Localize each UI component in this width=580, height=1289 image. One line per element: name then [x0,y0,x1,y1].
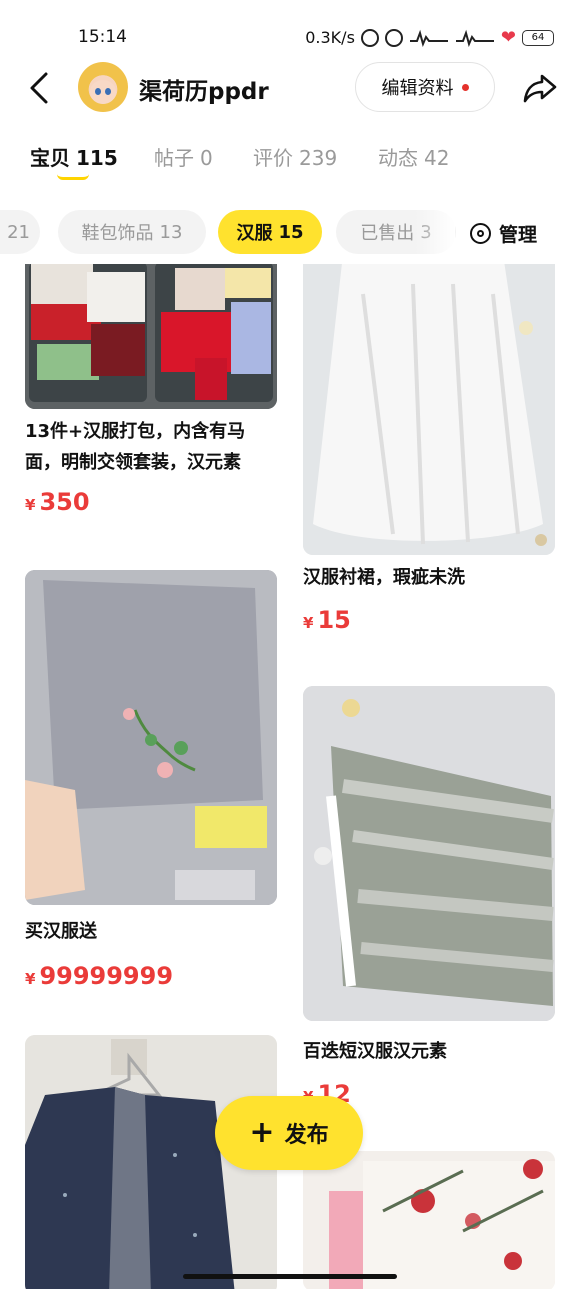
manage-button[interactable]: 管理 [470,220,538,247]
notification-dot [461,83,469,91]
product-image[interactable] [303,1151,555,1289]
tab-activity[interactable]: 动态 42 [378,142,449,171]
plus-icon: + [249,1115,275,1150]
currency-symbol: ¥ [303,614,314,632]
chip-sold-label: 已售出 [360,223,415,244]
product-image[interactable] [25,264,277,409]
chip-hanfu-count: 15 [278,221,304,243]
tab-reviews-label: 评价 [253,146,293,170]
status-bar: 15:14 0.3K/s ❤ 64 [0,0,580,66]
chevron-left-icon [30,72,48,104]
product-image[interactable] [25,570,277,905]
product-price: ¥15 [303,606,351,634]
product-card[interactable] [303,1151,555,1289]
tab-items-count: 115 [76,146,118,170]
chip-partial-count: 21 [7,221,30,243]
avatar-face [90,80,116,104]
chip-fade [415,208,455,256]
avatar-eye-right [105,88,111,95]
heart-icon: ❤ [500,27,516,48]
back-button[interactable] [26,70,56,106]
tab-items-label: 宝贝 [30,146,70,170]
price-amount: 350 [39,488,90,516]
currency-symbol: ¥ [25,970,36,988]
product-price: ¥350 [25,488,90,516]
manage-label: 管理 [499,224,538,246]
chip-shoes-bags-count: 13 [159,221,183,243]
currency-symbol: ¥ [25,496,36,514]
share-icon [523,74,557,103]
chip-hanfu-label: 汉服 [236,223,273,244]
tab-activity-label: 动态 [378,146,418,170]
edit-profile-button[interactable]: 编辑资料 [355,62,495,112]
product-card[interactable]: 买汉服送 ¥99999999 [25,570,277,990]
avatar[interactable] [78,62,128,112]
tab-posts-label: 帖子 [154,146,194,170]
network-speed: 0.3K/s [305,28,355,47]
publish-label: 发布 [284,1123,329,1148]
product-card[interactable]: 汉服衬裙，瑕疵未洗 ¥15 [303,264,555,654]
home-indicator[interactable] [183,1274,397,1279]
chip-shoes-bags[interactable]: 鞋包饰品 13 [58,210,206,254]
publish-button[interactable]: + 发布 [215,1096,363,1170]
product-card[interactable]: 13件+汉服打包，内含有马面，明制交领套装，汉元素 ¥350 [25,264,277,534]
username: 渠荷历ppdr [139,79,269,105]
share-button[interactable] [522,70,558,106]
avatar-eye-left [95,88,101,95]
product-image[interactable] [303,264,555,555]
product-title[interactable]: 汉服衬裙，瑕疵未洗 [303,562,555,593]
main-tabs: 宝贝 115 帖子 0 评价 239 动态 42 [0,138,580,188]
price-amount: 99999999 [39,962,174,990]
tab-posts-count: 0 [200,146,213,170]
chip-partial[interactable]: 21 [0,210,40,254]
price-amount: 15 [317,606,351,634]
signal-icon-2 [455,29,495,47]
battery-icon: 64 [522,29,554,46]
edit-profile-label: 编辑资料 [381,78,454,99]
signal-icon [409,29,449,47]
status-icons: 0.3K/s ❤ 64 [305,27,554,48]
product-title[interactable]: 13件+汉服打包，内含有马面，明制交领套装，汉元素 [25,416,277,478]
tab-items[interactable]: 宝贝 115 [30,142,118,171]
chip-hanfu[interactable]: 汉服 15 [218,210,322,254]
bluetooth-icon [360,28,379,47]
tab-reviews[interactable]: 评价 239 [253,142,337,171]
product-price: ¥99999999 [25,962,173,990]
status-time: 15:14 [78,27,127,47]
product-title[interactable]: 百迭短汉服汉元素 [303,1036,555,1067]
product-image[interactable] [303,686,555,1021]
profile-header: 渠荷历ppdr 编辑资料 [0,58,580,120]
manage-icon [470,223,491,244]
product-card[interactable]: 百迭短汉服汉元素 ¥12 [303,686,555,1108]
tab-activity-count: 42 [424,146,450,170]
active-tab-indicator [57,174,89,180]
product-title[interactable]: 买汉服送 [25,916,277,947]
tab-posts[interactable]: 帖子 0 [154,142,213,171]
tab-reviews-count: 239 [299,146,338,170]
alarm-icon [384,28,403,47]
category-chips: 21 鞋包饰品13 汉服15 已售出3 管理 [0,208,580,256]
chip-shoes-bags-label: 鞋包饰品 [81,223,154,244]
